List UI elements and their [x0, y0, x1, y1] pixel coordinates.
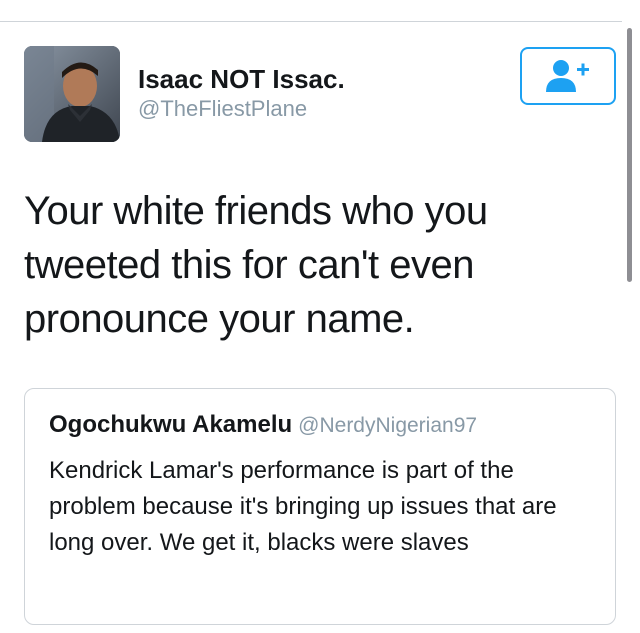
quoted-tweet-card[interactable]: Ogochukwu Akamelu @NerdyNigerian97 Kendri…: [24, 388, 616, 625]
author-display-name[interactable]: Isaac NOT Issac.: [138, 64, 345, 95]
author-handle[interactable]: @TheFliestPlane: [138, 96, 307, 122]
add-user-icon: [546, 60, 589, 92]
quoted-tweet-header: Ogochukwu Akamelu @NerdyNigerian97: [49, 411, 477, 439]
quoted-author-handle: @NerdyNigerian97: [298, 414, 478, 437]
profile-photo-icon: [24, 46, 120, 142]
top-divider: [0, 21, 622, 22]
quoted-tweet-text: Kendrick Lamar's performance is part of …: [49, 457, 557, 556]
follow-button[interactable]: [520, 47, 616, 105]
tweet-text: Your white friends who you tweeted this …: [24, 189, 488, 341]
quoted-author-name: Ogochukwu Akamelu: [49, 411, 293, 438]
avatar[interactable]: [24, 46, 120, 142]
scrollbar[interactable]: [627, 28, 632, 282]
